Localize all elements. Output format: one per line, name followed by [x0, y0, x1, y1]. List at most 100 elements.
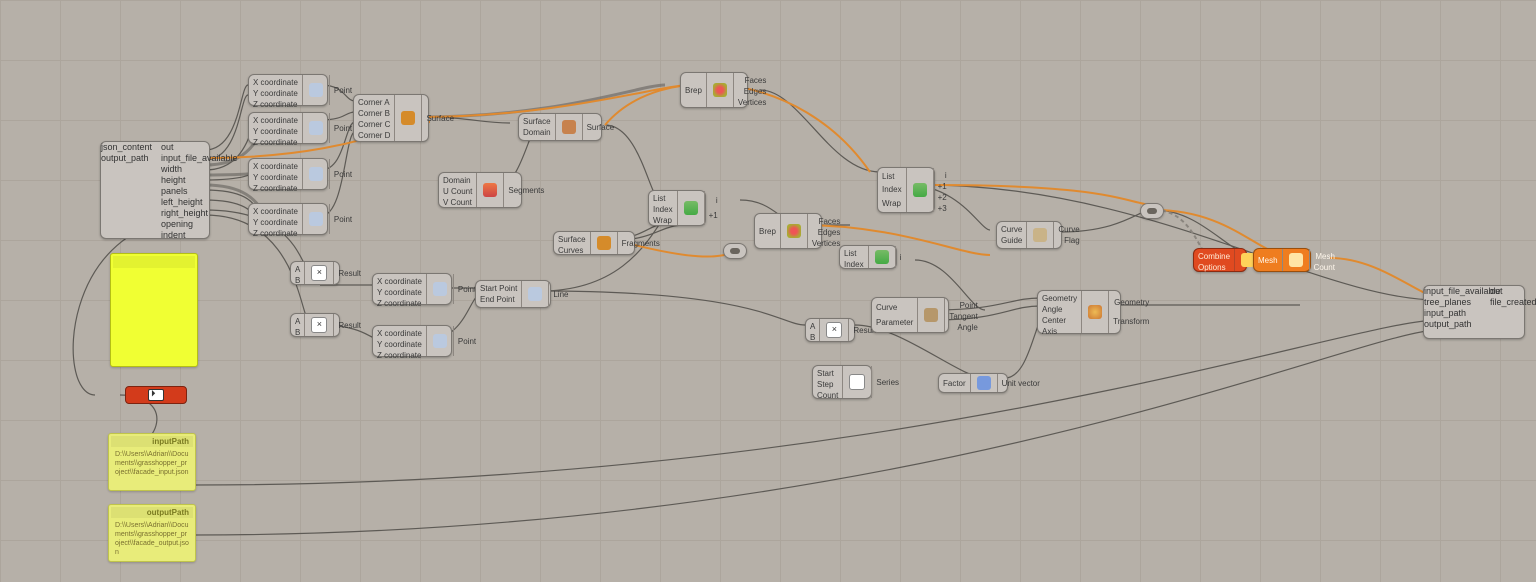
- out-opening[interactable]: opening: [161, 219, 209, 230]
- out-script-out1[interactable]: out: [1490, 286, 1524, 297]
- mulA-result[interactable]: Result: [338, 268, 361, 279]
- li2-i3[interactable]: +3: [938, 203, 947, 214]
- li2-index[interactable]: Index: [882, 184, 902, 195]
- port-output-path[interactable]: output_path: [101, 153, 149, 164]
- ec-angle[interactable]: Angle: [949, 322, 977, 333]
- construct-point-2[interactable]: X coordinateY coordinateZ coordinatePoin…: [248, 112, 328, 144]
- mulB-result[interactable]: Result: [338, 320, 361, 331]
- ent-combine[interactable]: Combine: [1198, 251, 1230, 262]
- unit-vector[interactable]: Factor Unit vector: [938, 373, 1008, 393]
- data-dam[interactable]: [125, 386, 187, 404]
- isotrim-surface[interactable]: Surface: [523, 116, 551, 127]
- multiply-c[interactable]: AB × Result: [805, 318, 855, 342]
- li1-wrap[interactable]: Wrap: [653, 215, 673, 226]
- ghpython-output-script[interactable]: input_file_available tree_planes input_p…: [1423, 285, 1525, 339]
- series-count[interactable]: Count: [817, 390, 838, 401]
- dbrep1-e[interactable]: Edges: [738, 86, 766, 97]
- pt6-x[interactable]: X coordinate: [377, 328, 422, 339]
- series[interactable]: Start Step Count Series: [812, 365, 872, 399]
- mj-out-mesh[interactable]: Mesh: [1314, 251, 1335, 262]
- out-script-in1[interactable]: input_file_available: [1424, 286, 1482, 297]
- mesh-join[interactable]: Mesh Mesh Count: [1253, 248, 1311, 272]
- pt4-out[interactable]: Point: [334, 214, 352, 225]
- ec-curve[interactable]: Curve: [876, 302, 913, 313]
- li2-i1[interactable]: +1: [938, 181, 947, 192]
- series-step[interactable]: Step: [817, 379, 838, 390]
- fc-curve[interactable]: Curve: [1001, 224, 1022, 235]
- surface-4pt[interactable]: Corner A Corner B Corner C Corner D Surf…: [353, 94, 429, 142]
- dbrep2-e[interactable]: Edges: [812, 227, 840, 238]
- out-left-height[interactable]: left_height: [161, 197, 209, 208]
- construct-point-3[interactable]: X coordinateY coordinateZ coordinatePoin…: [248, 158, 328, 190]
- ent-options[interactable]: Options: [1198, 262, 1230, 273]
- srf4pt-corner-c[interactable]: Corner C: [358, 119, 390, 130]
- pt6-z[interactable]: Z coordinate: [377, 350, 422, 361]
- fc-out-curve[interactable]: Curve: [1058, 224, 1079, 235]
- ec-tangent[interactable]: Tangent: [949, 311, 977, 322]
- ssplit-fragments[interactable]: Fragments: [622, 238, 660, 249]
- pt5-z[interactable]: Z coordinate: [377, 298, 422, 309]
- mulA-a[interactable]: A: [295, 264, 300, 275]
- pt2-z[interactable]: Z coordinate: [253, 137, 298, 148]
- multiply-a[interactable]: AB × Result: [290, 261, 340, 285]
- ssplit-surface[interactable]: Surface: [558, 234, 586, 245]
- out-indent[interactable]: indent: [161, 230, 209, 241]
- dbrep1-brep[interactable]: Brep: [685, 85, 702, 96]
- list-item-2[interactable]: List Index Wrap i +1 +2 +3: [877, 167, 935, 213]
- dd2-u[interactable]: U Count: [443, 186, 472, 197]
- multiply-b[interactable]: AB × Result: [290, 313, 340, 337]
- mulB-a[interactable]: A: [295, 316, 300, 327]
- out-height[interactable]: height: [161, 175, 209, 186]
- pt2-x[interactable]: X coordinate: [253, 115, 298, 126]
- pt6-y[interactable]: Y coordinate: [377, 339, 422, 350]
- out-script-out2[interactable]: file_created: [1490, 297, 1524, 308]
- pt5-x[interactable]: X coordinate: [377, 276, 422, 287]
- construct-point-1[interactable]: X coordinateY coordinateZ coordinatePoin…: [248, 74, 328, 106]
- pt3-y[interactable]: Y coordinate: [253, 172, 298, 183]
- rot-center[interactable]: Center: [1042, 315, 1077, 326]
- li3-i[interactable]: i: [900, 252, 902, 263]
- ghpython-input-script[interactable]: json_content output_path out input_file_…: [100, 141, 210, 239]
- construct-point-4[interactable]: X coordinateY coordinateZ coordinatePoin…: [248, 203, 328, 235]
- construct-point-5[interactable]: X coordinateY coordinateZ coordinatePoin…: [372, 273, 452, 305]
- entwine[interactable]: Combine Options List: [1193, 248, 1247, 272]
- line-start[interactable]: Start Point: [480, 283, 517, 294]
- relay-1[interactable]: [723, 243, 747, 259]
- pt2-y[interactable]: Y coordinate: [253, 126, 298, 137]
- list-item-3[interactable]: List Index i: [839, 245, 897, 269]
- divide-domain2[interactable]: Domain U Count V Count Segments: [438, 172, 522, 208]
- dd2-domain[interactable]: Domain: [443, 175, 472, 186]
- flip-curve[interactable]: Curve Guide Curve Flag: [996, 221, 1062, 249]
- mj-count[interactable]: Count: [1314, 262, 1335, 273]
- pt5-out[interactable]: Point: [458, 284, 476, 295]
- pt4-x[interactable]: X coordinate: [253, 206, 298, 217]
- panel-output-path[interactable]: outputPath D:\\Users\\Adrian\\Documents\…: [108, 504, 196, 562]
- construct-point-6[interactable]: X coordinateY coordinateZ coordinatePoin…: [372, 325, 452, 357]
- ssplit-curves[interactable]: Curves: [558, 245, 586, 256]
- pt4-y[interactable]: Y coordinate: [253, 217, 298, 228]
- rot-angle[interactable]: Angle: [1042, 304, 1077, 315]
- isotrim[interactable]: Surface Domain Surface: [518, 113, 602, 141]
- out-right-height[interactable]: right_height: [161, 208, 209, 219]
- port-json-content[interactable]: json_content: [101, 142, 149, 153]
- ec-point[interactable]: Point: [949, 300, 977, 311]
- pt3-out[interactable]: Point: [334, 169, 352, 180]
- dbrep1-v[interactable]: Vertices: [738, 97, 766, 108]
- dbrep2-brep[interactable]: Brep: [759, 226, 776, 237]
- mulB-b[interactable]: B: [295, 327, 300, 338]
- panel-big[interactable]: [110, 253, 198, 367]
- li2-wrap[interactable]: Wrap: [882, 198, 902, 209]
- pt1-y[interactable]: Y coordinate: [253, 88, 298, 99]
- fc-guide[interactable]: Guide: [1001, 235, 1022, 246]
- li1-list[interactable]: List: [653, 193, 673, 204]
- deconstruct-brep-1[interactable]: Brep Faces Edges Vertices: [680, 72, 748, 108]
- pt3-x[interactable]: X coordinate: [253, 161, 298, 172]
- list-item-1[interactable]: List Index Wrap i +1: [648, 190, 706, 226]
- li3-list[interactable]: List: [844, 248, 864, 259]
- li3-index[interactable]: Index: [844, 259, 864, 270]
- pt1-out[interactable]: Point: [334, 85, 352, 96]
- pt3-z[interactable]: Z coordinate: [253, 183, 298, 194]
- li2-list[interactable]: List: [882, 171, 902, 182]
- srf4pt-corner-b[interactable]: Corner B: [358, 108, 390, 119]
- line-out[interactable]: Line: [553, 289, 568, 300]
